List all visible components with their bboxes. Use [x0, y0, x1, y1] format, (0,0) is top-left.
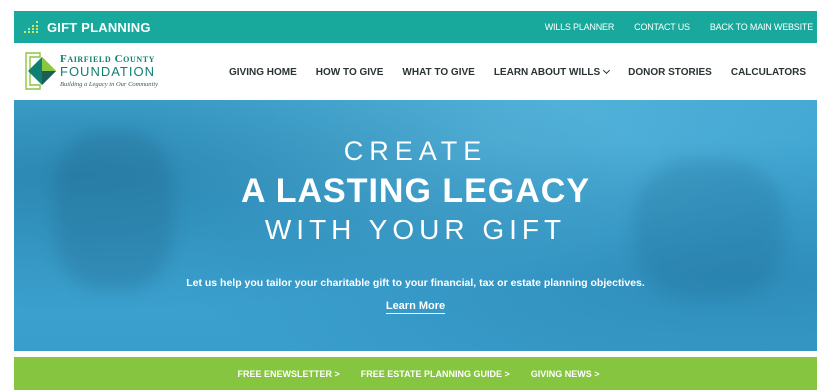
nav-giving-home[interactable]: GIVING HOME — [229, 67, 297, 78]
bars-chart-icon — [24, 21, 38, 33]
chevron-down-icon — [603, 66, 611, 75]
hero-heading-line-2: A LASTING LEGACY — [240, 172, 591, 210]
nav-donor-stories[interactable]: DONOR STORIES — [628, 67, 712, 78]
learn-more-link[interactable]: Learn More — [385, 300, 446, 314]
nav-what-to-give[interactable]: WHAT TO GIVE — [402, 67, 474, 78]
giving-news-link[interactable]: GIVING NEWS > — [531, 369, 600, 379]
logo-tagline: Building a Legacy in Our Community — [60, 81, 159, 88]
nav-menu: GIVING HOME HOW TO GIVE WHAT TO GIVE LEA… — [229, 66, 806, 78]
free-enewsletter-link[interactable]: FREE ENEWSLETTER > — [238, 369, 340, 379]
hero-subtitle: Let us help you tailor your charitable g… — [186, 277, 645, 289]
diamond-logo-icon — [25, 52, 56, 90]
nav-how-to-give[interactable]: HOW TO GIVE — [316, 67, 384, 78]
resource-links: FREE ENEWSLETTER > FREE ESTATE PLANNING … — [238, 369, 600, 379]
contact-us-link[interactable]: CONTACT US — [634, 22, 690, 32]
main-navigation: Fairfield County FOUNDATION Building a L… — [14, 43, 817, 100]
nav-learn-about-wills-label: LEARN ABOUT WILLS — [493, 67, 601, 78]
wills-planner-link[interactable]: WILLS PLANNER — [545, 22, 615, 32]
utility-links: WILLS PLANNER CONTACT US BACK TO MAIN WE… — [545, 22, 813, 32]
free-estate-planning-guide-link[interactable]: FREE ESTATE PLANNING GUIDE > — [361, 369, 510, 379]
back-to-main-website-link[interactable]: BACK TO MAIN WEBSITE — [710, 22, 813, 32]
nav-learn-about-wills[interactable]: LEARN ABOUT WILLS — [493, 66, 611, 78]
brand-label: GIFT PLANNING — [47, 19, 151, 35]
foundation-logo[interactable]: Fairfield County FOUNDATION Building a L… — [24, 51, 176, 93]
hero-banner: CREATE A LASTING LEGACY WITH YOUR GIFT L… — [14, 100, 817, 351]
resource-bar: FREE ENEWSLETTER > FREE ESTATE PLANNING … — [14, 357, 817, 390]
hero-heading-line-3: WITH YOUR GIFT — [264, 214, 567, 245]
learn-more-link-wrap: Learn More — [14, 300, 817, 314]
gift-planning-brand[interactable]: GIFT PLANNING — [24, 20, 151, 35]
nav-calculators[interactable]: CALCULATORS — [731, 67, 806, 78]
logo-line-2: FOUNDATION — [60, 64, 155, 79]
top-bar: GIFT PLANNING WILLS PLANNER CONTACT US B… — [14, 11, 817, 43]
hero-heading-line-1: CREATE — [343, 136, 488, 166]
